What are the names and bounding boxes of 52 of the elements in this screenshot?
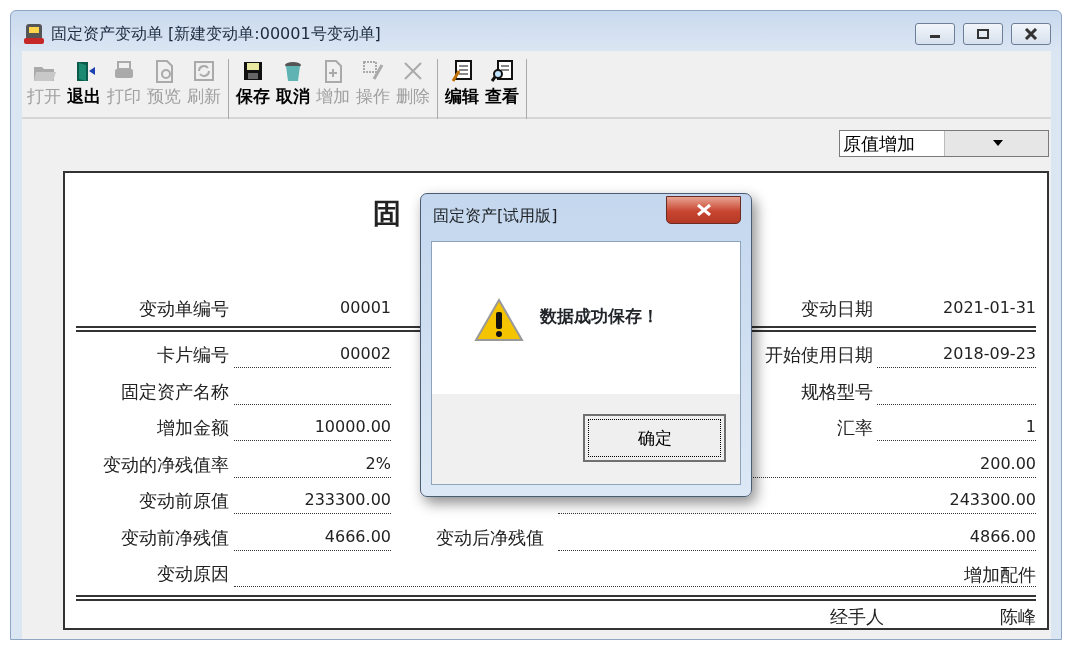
field-label: 增加金额: [156, 416, 229, 440]
field-value: 233300.00: [304, 490, 391, 509]
field-label: 固定资产名称: [120, 379, 229, 404]
field-value: 1: [1025, 417, 1036, 436]
form-pencil-icon: [450, 59, 474, 83]
field-value: 00002: [340, 344, 391, 363]
app-icon: [23, 22, 47, 46]
toolbar-button[interactable]: 保存: [233, 59, 273, 119]
field-value: 2018-09-23: [943, 344, 1036, 363]
dialog-title: 固定资产[试用版]: [433, 206, 558, 225]
field-label: 变动前净残值: [120, 525, 229, 550]
field-label: 变动原因: [156, 562, 229, 586]
field-value: 2%: [365, 453, 391, 473]
form-magnifier-icon: [490, 59, 514, 83]
form-title: 固: [373, 197, 401, 230]
maximize-button[interactable]: [963, 23, 1003, 45]
ok-button[interactable]: 确定: [583, 414, 726, 462]
field-label: 变动后净残值: [436, 526, 544, 548]
field-value: 增加配件: [964, 564, 1036, 585]
warning-icon: [474, 298, 524, 342]
toolbar-button[interactable]: 取消: [273, 59, 313, 119]
close-icon: [695, 204, 712, 216]
field-label: 开始使用日期: [765, 344, 873, 365]
field-label: 变动的净残值率: [102, 452, 229, 477]
field-label: 汇率: [837, 417, 873, 438]
field-label: 变动前原值: [138, 489, 229, 513]
field-label: 变动单编号: [138, 296, 229, 321]
dialog-message: 数据成功保存！: [540, 305, 659, 328]
field-label: 经手人: [830, 605, 884, 629]
field-value: 4666.00: [324, 526, 391, 546]
field-value: 10000.00: [314, 417, 391, 436]
toolbar-button[interactable]: 编辑: [442, 59, 482, 119]
change-type-dropdown[interactable]: 原值增加: [839, 129, 1049, 157]
minimize-button[interactable]: [915, 23, 955, 45]
dropdown-caret-icon: [992, 140, 1003, 146]
toolbar-button[interactable]: 退出: [64, 59, 104, 119]
field-value: 243300.00: [949, 490, 1036, 509]
maximize-icon: [977, 29, 989, 39]
dialog-close-button[interactable]: [666, 196, 741, 224]
field-value: 200.00: [980, 453, 1036, 473]
field-label: 规格型号: [801, 380, 873, 402]
window-title: 固定资产变动单 [新建变动单:00001号变动单]: [51, 23, 381, 45]
field-value: 2021-01-31: [943, 297, 1036, 317]
field-value: 陈峰: [1000, 605, 1036, 629]
field-value: 4866.00: [969, 526, 1036, 546]
toolbar-button[interactable]: 查看: [482, 59, 522, 119]
field-value: 00001: [340, 297, 391, 317]
field-label: 卡片编号: [156, 343, 229, 367]
field-label: 变动日期: [801, 297, 873, 319]
refresh-icon: [192, 59, 216, 83]
close-button[interactable]: [1011, 23, 1051, 45]
close-icon: [1024, 28, 1038, 40]
